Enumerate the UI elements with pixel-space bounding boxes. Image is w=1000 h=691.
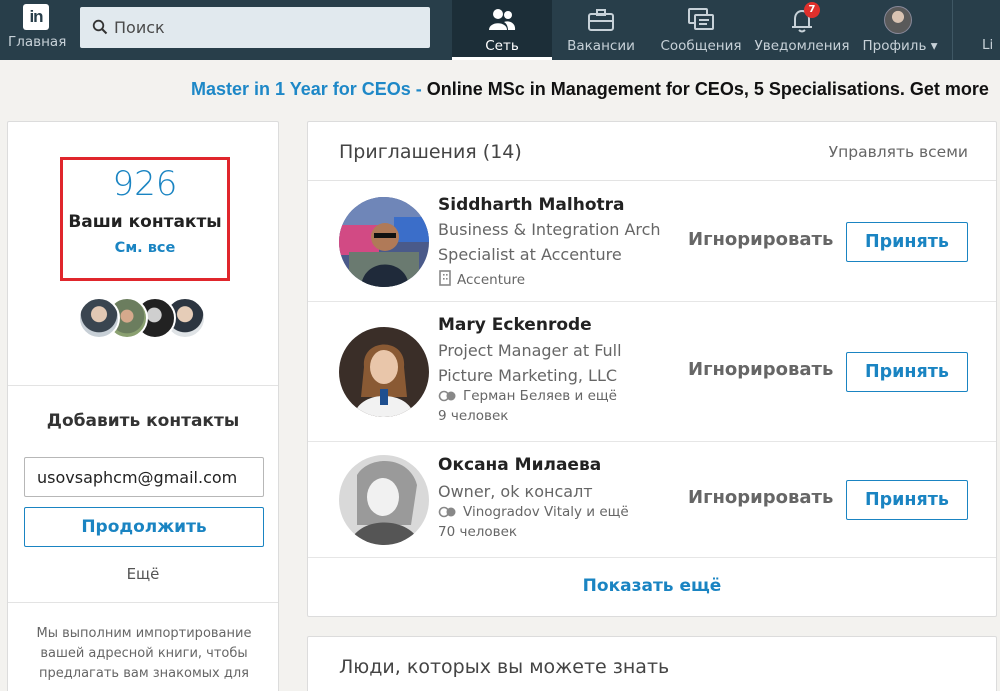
manage-all-link[interactable]: Управлять всеми bbox=[829, 143, 968, 161]
invitation-name[interactable]: Mary Eckenrode bbox=[438, 315, 592, 335]
invitation-occupation: Business & Integration Arch Specialist a… bbox=[438, 220, 661, 264]
nav-notifications-label: Уведомления bbox=[754, 38, 850, 54]
invitation-row: Siddharth Malhotra Business & Integratio… bbox=[308, 182, 996, 302]
add-contacts-title: Добавить контакты bbox=[46, 411, 240, 431]
invitation-occupation: Owner, ok консалт bbox=[438, 482, 593, 501]
see-all-link[interactable]: См. все bbox=[63, 240, 227, 256]
ignore-button[interactable]: Игнорировать bbox=[688, 487, 833, 508]
top-navigation: in Главная Сеть Вакансии bbox=[0, 0, 1000, 60]
nav-profile-label: Профиль ▾ bbox=[862, 38, 938, 54]
people-you-may-know-card: Люди, которых вы можете знать bbox=[307, 636, 997, 691]
accept-button[interactable]: Принять bbox=[846, 352, 968, 392]
linkedin-logo-icon: in bbox=[23, 4, 49, 30]
more-link[interactable]: Ещё bbox=[8, 565, 278, 583]
nav-home[interactable]: in Главная bbox=[8, 4, 68, 50]
accept-button[interactable]: Принять bbox=[846, 480, 968, 520]
invitation-row: Оксана Милаева Owner, ok консалт Vinogra… bbox=[308, 442, 996, 558]
show-more-link[interactable]: Показать ещё bbox=[308, 576, 996, 596]
import-fine-print: Мы выполним импортирование вашей адресно… bbox=[36, 626, 252, 681]
accept-button[interactable]: Принять bbox=[846, 222, 968, 262]
notification-badge: 7 bbox=[804, 2, 820, 18]
people-title: Люди, которых вы можете знать bbox=[339, 656, 670, 678]
nav-jobs[interactable]: Вакансии bbox=[560, 0, 642, 60]
invitation-photo[interactable] bbox=[339, 327, 429, 417]
connections-count[interactable]: 926 bbox=[63, 164, 227, 204]
email-field[interactable] bbox=[24, 457, 264, 497]
ignore-button[interactable]: Игнорировать bbox=[688, 359, 833, 380]
invitation-photo[interactable] bbox=[339, 455, 429, 545]
nav-network[interactable]: Сеть bbox=[452, 0, 552, 60]
people-icon bbox=[489, 9, 516, 30]
ad-banner[interactable]: Master in 1 Year for CEOs - Online MSc i… bbox=[191, 79, 989, 100]
continue-button[interactable]: Продолжить bbox=[24, 507, 264, 547]
invitation-meta: Vinogradov Vitaly и ещё bbox=[438, 504, 629, 520]
nav-notifications[interactable]: 7 Уведомления bbox=[752, 0, 852, 60]
invitation-name[interactable]: Оксана Милаева bbox=[438, 455, 601, 475]
building-icon bbox=[439, 270, 451, 286]
divider bbox=[8, 602, 278, 603]
ignore-button[interactable]: Игнорировать bbox=[688, 229, 833, 250]
chevron-down-icon: ▾ bbox=[930, 38, 938, 54]
connections-stats: 926 Ваши контакты См. все bbox=[60, 157, 230, 281]
invitation-meta: Accenture bbox=[438, 270, 525, 288]
invitation-photo[interactable] bbox=[339, 197, 429, 287]
connection-avatars bbox=[78, 297, 218, 341]
nav-profile[interactable]: Профиль ▾ bbox=[858, 0, 942, 60]
avatar bbox=[884, 6, 912, 34]
nav-cut-label[interactable]: Li bbox=[982, 37, 993, 53]
invitations-header: Приглашения (14) Управлять всеми bbox=[308, 122, 996, 181]
invitation-meta-count: 70 человек bbox=[438, 524, 518, 540]
ad-link[interactable]: Master in 1 Year for CEOs - bbox=[191, 79, 422, 99]
nav-jobs-label: Вакансии bbox=[567, 38, 635, 54]
search-box[interactable] bbox=[80, 7, 430, 48]
invitation-meta: Герман Беляев и ещё bbox=[438, 388, 617, 404]
nav-network-label: Сеть bbox=[485, 38, 519, 54]
connections-sidebar: 926 Ваши контакты См. все Добавить конта… bbox=[7, 121, 279, 691]
ad-text: Online MSc in Management for CEOs, 5 Spe… bbox=[426, 79, 989, 99]
invitation-meta-count: 9 человек bbox=[438, 408, 509, 424]
divider bbox=[8, 385, 278, 386]
connections-label: Ваши контакты bbox=[68, 212, 222, 232]
search-input[interactable] bbox=[114, 7, 414, 48]
nav-divider bbox=[952, 0, 953, 60]
nav-messages[interactable]: Сообщения bbox=[655, 0, 747, 60]
shared-connections-icon bbox=[438, 390, 456, 402]
nav-messages-label: Сообщения bbox=[660, 38, 742, 54]
invitation-occupation: Project Manager at Full Picture Marketin… bbox=[438, 341, 622, 385]
invitations-card: Приглашения (14) Управлять всеми Siddhar… bbox=[307, 121, 997, 617]
avatar[interactable] bbox=[78, 297, 120, 339]
search-icon bbox=[92, 19, 108, 35]
invitations-title: Приглашения (14) bbox=[339, 141, 522, 163]
nav-home-label: Главная bbox=[8, 34, 67, 50]
messages-icon bbox=[688, 8, 714, 30]
invitation-name[interactable]: Siddharth Malhotra bbox=[438, 195, 625, 215]
briefcase-icon bbox=[588, 9, 614, 31]
invitation-row: Mary Eckenrode Project Manager at Full P… bbox=[308, 302, 996, 442]
shared-connections-icon bbox=[438, 506, 456, 518]
